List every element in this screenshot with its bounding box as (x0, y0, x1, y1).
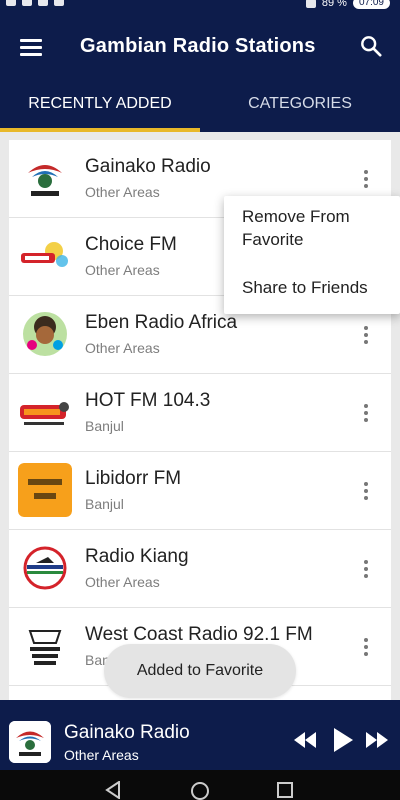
station-name: West Coast Radio 92.1 FM (85, 624, 313, 645)
station-area: Other Areas (85, 574, 160, 590)
choice-fm-logo (18, 229, 72, 283)
station-area: Other Areas (85, 184, 160, 200)
station-area: Other Areas (85, 262, 160, 278)
west-coast-logo (18, 619, 72, 673)
eben-radio-logo (18, 307, 72, 361)
usb-icon (22, 0, 32, 6)
station-area: Banjul (85, 418, 124, 434)
signal-icon (305, 0, 316, 8)
tab-bar: RECENTLY ADDED CATEGORIES (0, 82, 400, 132)
search-icon[interactable] (360, 35, 382, 57)
station-name: Eben Radio Africa (85, 312, 238, 333)
more-options-icon[interactable] (363, 638, 369, 656)
menu-icon[interactable] (20, 39, 42, 56)
app-bar: Gambian Radio Stations (0, 12, 400, 82)
more-options-icon[interactable] (363, 326, 369, 344)
tab-label: CATEGORIES (248, 95, 352, 112)
home-icon[interactable] (190, 781, 210, 800)
clock: 07:09 (352, 0, 390, 9)
toast-message: Added to Favorite (104, 644, 296, 698)
station-area: Other Areas (85, 340, 160, 356)
app-notification-icon (54, 0, 64, 6)
station-name: Gainako Radio (85, 156, 211, 177)
now-playing-logo (9, 721, 51, 763)
system-nav-bar (0, 770, 400, 800)
now-playing-area: Other Areas (64, 747, 139, 763)
download-icon (38, 0, 48, 6)
station-name: Radio Kiang (85, 546, 189, 567)
context-menu: Remove From Favorite Share to Friends (224, 196, 400, 314)
status-icons-right: 89 % 07:09 (305, 0, 390, 9)
more-options-icon[interactable] (363, 404, 369, 422)
play-icon[interactable] (333, 728, 353, 752)
notification-icon (6, 0, 16, 6)
gainako-logo (18, 151, 72, 205)
list-item[interactable]: HOT FM 104.3 Banjul (9, 374, 391, 452)
rewind-icon[interactable] (294, 730, 316, 750)
libidorr-logo (18, 463, 72, 517)
status-icons-left (6, 0, 64, 6)
app-title: Gambian Radio Stations (80, 35, 316, 57)
station-area: Banjul (85, 496, 124, 512)
tab-label: RECENTLY ADDED (28, 95, 172, 112)
mini-player[interactable]: Gainako Radio Other Areas (0, 700, 400, 770)
station-name: HOT FM 104.3 (85, 390, 211, 411)
radio-kiang-logo (18, 541, 72, 595)
station-name: Choice FM (85, 234, 177, 255)
fast-forward-icon[interactable] (366, 730, 388, 750)
hot-fm-logo (18, 385, 72, 439)
battery-percent: 89 % (321, 0, 347, 9)
tab-categories[interactable]: CATEGORIES (200, 82, 400, 132)
more-options-icon[interactable] (363, 560, 369, 578)
list-item[interactable]: Libidorr FM Banjul (9, 452, 391, 530)
list-item[interactable]: Radio Kiang Other Areas (9, 530, 391, 608)
tab-recently-added[interactable]: RECENTLY ADDED (0, 82, 200, 132)
station-name: Libidorr FM (85, 468, 182, 489)
remove-favorite-menu-item[interactable]: Remove From Favorite (242, 205, 392, 251)
more-options-icon[interactable] (363, 170, 369, 188)
more-options-icon[interactable] (363, 482, 369, 500)
status-bar: 89 % 07:09 (0, 0, 400, 12)
share-menu-item[interactable]: Share to Friends (242, 276, 368, 299)
back-icon[interactable] (105, 781, 123, 799)
tab-indicator (0, 128, 200, 132)
now-playing-name: Gainako Radio (64, 722, 190, 743)
recents-icon[interactable] (276, 781, 294, 799)
